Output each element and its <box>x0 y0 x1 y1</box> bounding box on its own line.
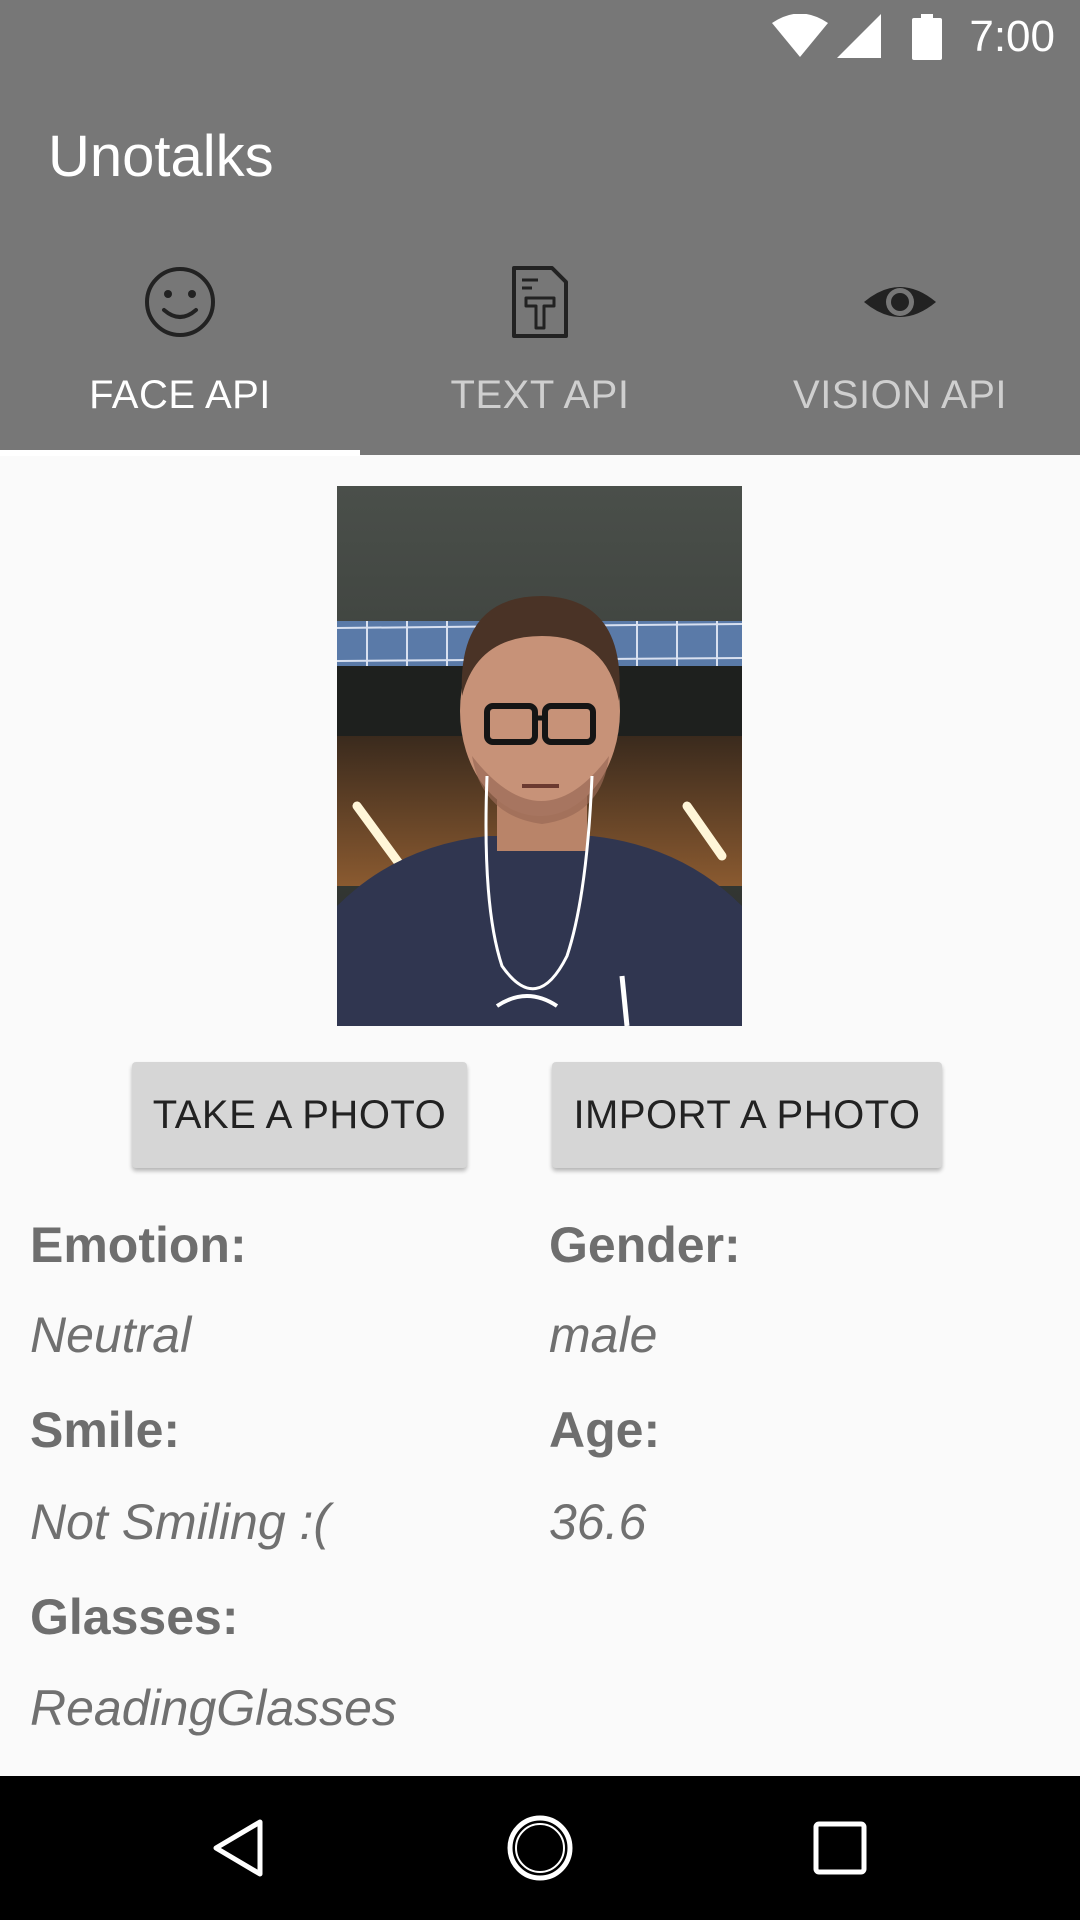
selfie-photo <box>337 486 742 1026</box>
smiley-face-icon <box>145 267 215 337</box>
tab-label: VISION API <box>793 373 1007 417</box>
tab-face-api[interactable]: FACE API <box>0 250 360 456</box>
tab-bar: FACE API TEXT API VISION API <box>0 250 1080 456</box>
recents-icon[interactable] <box>804 1812 876 1884</box>
gender-label: Gender: <box>549 1217 741 1273</box>
gender-value: male <box>549 1307 658 1363</box>
status-time: 7:00 <box>969 12 1055 61</box>
text-document-icon <box>512 266 568 338</box>
tab-label: FACE API <box>89 373 271 417</box>
emotion-value: Neutral <box>30 1307 192 1363</box>
tab-text-api[interactable]: TEXT API <box>360 250 720 455</box>
status-bar: 7:00 <box>0 0 1080 74</box>
glasses-value: ReadingGlasses <box>30 1680 397 1736</box>
import-photo-button[interactable]: IMPORT A PHOTO <box>552 1062 942 1168</box>
tab-vision-api[interactable]: VISION API <box>720 250 1080 455</box>
tab-indicator <box>0 450 360 456</box>
back-icon[interactable] <box>204 1812 276 1884</box>
home-icon[interactable] <box>504 1812 576 1884</box>
age-value: 36.6 <box>549 1494 647 1550</box>
tab-label: TEXT API <box>450 373 630 417</box>
cell-signal-icon <box>837 14 881 58</box>
smile-label: Smile: <box>30 1402 181 1458</box>
smile-value: Not Smiling :( <box>30 1494 331 1550</box>
glasses-label: Glasses: <box>30 1589 239 1645</box>
app-title: Unotalks <box>48 124 274 189</box>
take-photo-button[interactable]: TAKE A PHOTO <box>132 1062 467 1168</box>
age-label: Age: <box>549 1402 661 1458</box>
app-bar: 7:00 Unotalks FACE API TEXT API VISION A… <box>0 0 1080 456</box>
emotion-label: Emotion: <box>30 1217 247 1273</box>
battery-icon <box>912 14 942 60</box>
eye-icon <box>864 287 936 317</box>
navigation-bar <box>0 1776 1080 1920</box>
wifi-icon <box>772 14 828 57</box>
